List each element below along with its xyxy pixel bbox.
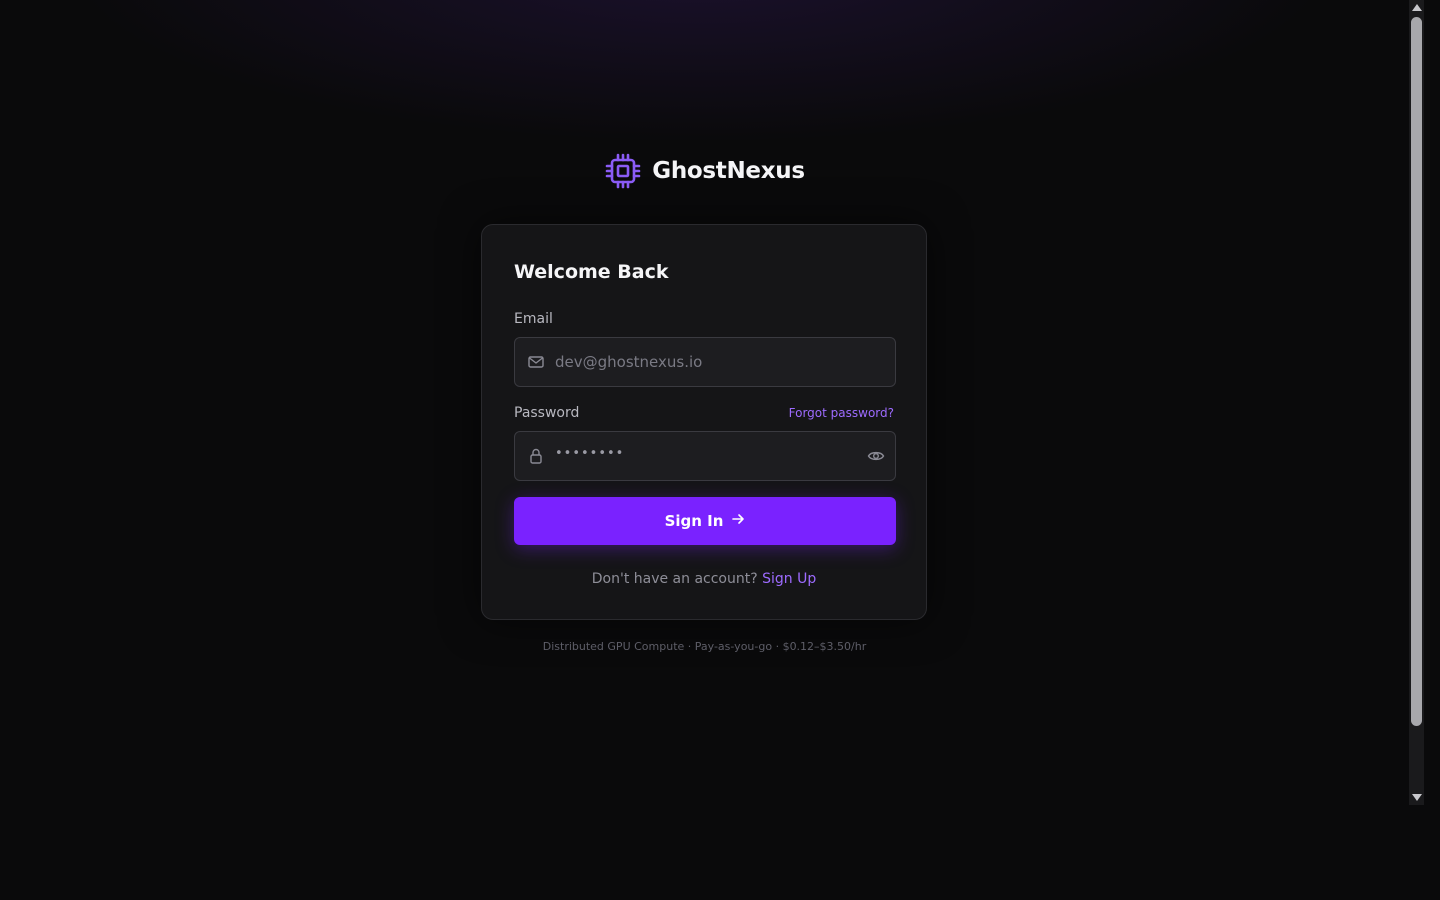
vertical-scrollbar[interactable] bbox=[1409, 0, 1424, 805]
password-input[interactable]: •••••••• bbox=[555, 446, 624, 461]
card-title: Welcome Back bbox=[514, 261, 669, 283]
email-field-container[interactable] bbox=[514, 337, 896, 387]
brand-name: GhostNexus bbox=[652, 158, 805, 184]
lock-icon bbox=[527, 447, 545, 465]
scrollbar-thumb[interactable] bbox=[1411, 17, 1422, 726]
email-label: Email bbox=[514, 311, 553, 327]
footer-tagline: Distributed GPU Compute · Pay-as-you-go … bbox=[542, 640, 867, 653]
forgot-password-link[interactable]: Forgot password? bbox=[789, 406, 894, 420]
cpu-chip-icon bbox=[604, 152, 642, 190]
arrow-right-icon bbox=[731, 512, 745, 530]
scroll-down-arrow-icon[interactable] bbox=[1412, 794, 1422, 801]
password-label: Password bbox=[514, 405, 580, 421]
login-card: Welcome Back Email Password Forgot passw… bbox=[481, 224, 927, 620]
mail-icon bbox=[527, 353, 545, 371]
sign-up-link[interactable]: Sign Up bbox=[762, 571, 816, 587]
login-page: GhostNexus Welcome Back Email Password F… bbox=[0, 0, 1409, 900]
eye-icon[interactable] bbox=[867, 447, 885, 465]
password-field-container[interactable]: •••••••• bbox=[514, 431, 896, 481]
sign-in-button[interactable]: Sign In bbox=[514, 497, 896, 545]
email-input[interactable] bbox=[555, 338, 855, 386]
scroll-up-arrow-icon[interactable] bbox=[1412, 4, 1422, 11]
signup-row: Don't have an account? Sign Up bbox=[482, 571, 926, 587]
signup-prompt: Don't have an account? bbox=[591, 571, 758, 587]
brand-header: GhostNexus bbox=[0, 152, 1409, 190]
sign-in-label: Sign In bbox=[664, 512, 724, 530]
